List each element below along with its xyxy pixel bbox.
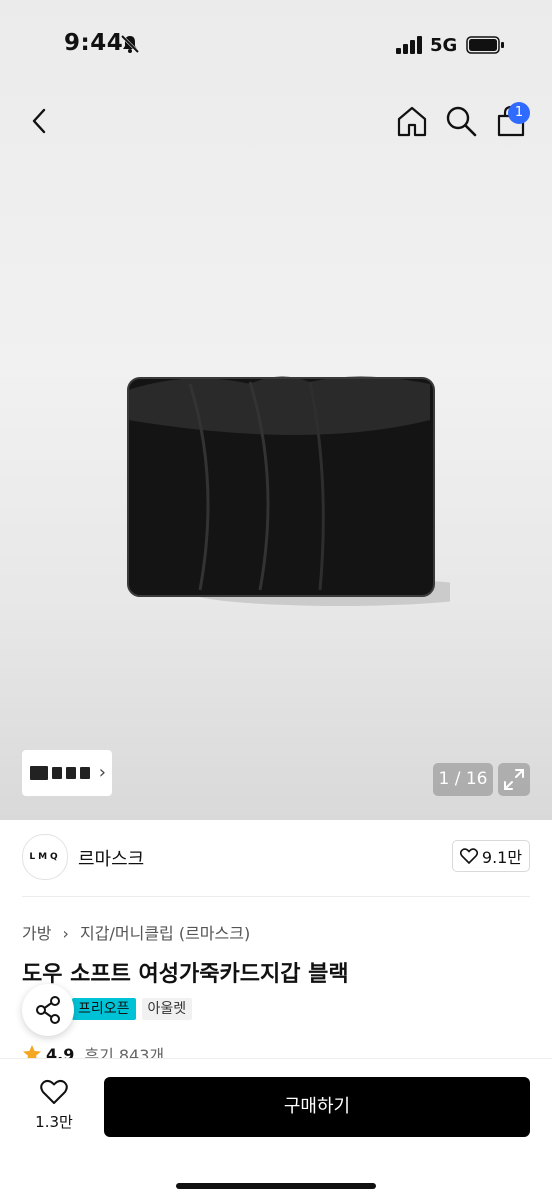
network-label: 5G — [430, 35, 458, 56]
brand-logo[interactable]: LMQ — [22, 834, 68, 880]
breadcrumb-separator-icon: › — [62, 924, 69, 943]
home-icon[interactable] — [396, 104, 428, 138]
thumbnail-image[interactable] — [80, 767, 90, 779]
preopen-tag: 프리오픈 — [72, 998, 136, 1020]
thumbnail-image[interactable] — [66, 767, 76, 779]
share-button[interactable] — [22, 984, 74, 1036]
brand-like-button[interactable]: 9.1만 — [452, 840, 530, 872]
status-bar: 9:44 5G — [0, 0, 552, 80]
thumbnail-image[interactable] — [52, 767, 62, 779]
signal-icon — [396, 36, 422, 54]
home-indicator — [176, 1183, 376, 1189]
brand-row[interactable]: LMQ 르마스크 9.1만 — [22, 834, 530, 882]
buy-button[interactable]: 구매하기 — [104, 1077, 530, 1137]
heart-icon — [40, 1079, 68, 1104]
bottom-action-bar: 1.3만 구매하기 — [0, 1058, 552, 1201]
breadcrumb-item[interactable]: 지갑/머니클립 (르마스크) — [80, 924, 250, 943]
product-image — [127, 376, 450, 606]
battery-icon — [466, 36, 504, 54]
status-time: 9:44 — [64, 30, 124, 56]
chevron-right-icon[interactable]: › — [99, 762, 106, 783]
thumbnail-strip[interactable]: › — [22, 750, 112, 796]
wishlist-button[interactable]: 1.3만 — [28, 1079, 80, 1132]
heart-icon — [459, 848, 478, 864]
brand-like-count: 9.1만 — [481, 848, 523, 867]
share-icon — [36, 996, 60, 1024]
search-icon[interactable] — [444, 104, 478, 138]
breadcrumb-item[interactable]: 가방 — [22, 924, 51, 943]
cart-count-badge: 1 — [508, 102, 530, 124]
wishlist-count: 1.3만 — [35, 1113, 73, 1131]
silent-bell-icon — [120, 34, 140, 54]
thumbnail-image[interactable] — [30, 766, 48, 780]
image-counter: 1 / 16 — [433, 763, 493, 796]
outlet-tag: 아울렛 — [141, 998, 193, 1020]
brand-name[interactable]: 르마스크 — [78, 845, 144, 871]
divider — [22, 896, 530, 897]
back-chevron-icon[interactable] — [24, 104, 56, 138]
breadcrumb: 가방 › 지갑/머니클립 (르마스크) — [22, 920, 256, 944]
expand-icon[interactable] — [498, 763, 530, 796]
